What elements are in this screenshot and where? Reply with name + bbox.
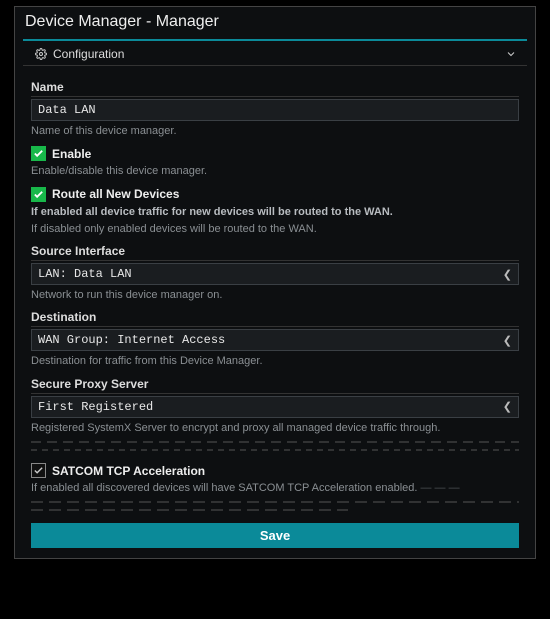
configuration-form: Name Name of this device manager. Enable…	[15, 66, 535, 558]
name-group: Name Name of this device manager.	[31, 80, 519, 138]
destination-select[interactable]: WAN Group: Internet Access ❮	[31, 329, 519, 351]
route-all-label: Route all New Devices	[52, 187, 179, 201]
proxy-help: Registered SystemX Server to encrypt and…	[31, 421, 519, 435]
destination-value: WAN Group: Internet Access	[38, 333, 225, 347]
device-manager-window: Device Manager - Manager Configuration N…	[14, 6, 536, 559]
chevron-left-icon: ❮	[503, 334, 512, 347]
window-title: Device Manager - Manager	[15, 7, 535, 39]
route-all-help-2: If disabled only enabled devices will be…	[31, 222, 519, 236]
chevron-left-icon: ❮	[503, 400, 512, 413]
name-help: Name of this device manager.	[31, 124, 519, 138]
enable-label: Enable	[52, 147, 91, 161]
enable-group: Enable Enable/disable this device manage…	[31, 146, 519, 178]
chevron-down-icon	[505, 48, 517, 60]
source-interface-select[interactable]: LAN: Data LAN ❮	[31, 263, 519, 285]
destination-label: Destination	[31, 310, 519, 327]
enable-help: Enable/disable this device manager.	[31, 164, 519, 178]
destination-group: Destination WAN Group: Internet Access ❮…	[31, 310, 519, 368]
proxy-label: Secure Proxy Server	[31, 377, 519, 394]
satcom-help: If enabled all discovered devices will h…	[31, 481, 519, 495]
enable-checkbox[interactable]	[31, 146, 46, 161]
configuration-header[interactable]: Configuration	[23, 41, 527, 66]
gear-icon	[35, 48, 47, 60]
source-interface-group: Source Interface LAN: Data LAN ❮ Network…	[31, 244, 519, 302]
chevron-left-icon: ❮	[503, 268, 512, 281]
source-interface-help: Network to run this device manager on.	[31, 288, 519, 302]
proxy-value: First Registered	[38, 400, 153, 414]
save-button[interactable]: Save	[31, 523, 519, 548]
route-all-checkbox[interactable]	[31, 187, 46, 202]
proxy-group: Secure Proxy Server First Registered ❮ R…	[31, 377, 519, 455]
satcom-group: SATCOM TCP Acceleration If enabled all d…	[31, 463, 519, 511]
proxy-select[interactable]: First Registered ❮	[31, 396, 519, 418]
source-interface-label: Source Interface	[31, 244, 519, 261]
satcom-label: SATCOM TCP Acceleration	[52, 464, 205, 478]
redacted-block	[31, 439, 519, 455]
satcom-checkbox[interactable]	[31, 463, 46, 478]
name-label: Name	[31, 80, 519, 97]
route-all-help-1: If enabled all device traffic for new de…	[31, 205, 519, 219]
section-title: Configuration	[53, 47, 124, 61]
redacted-line	[31, 501, 519, 503]
source-interface-value: LAN: Data LAN	[38, 267, 132, 281]
destination-help: Destination for traffic from this Device…	[31, 354, 519, 368]
redacted-line	[31, 509, 348, 511]
route-all-group: Route all New Devices If enabled all dev…	[31, 187, 519, 237]
name-input[interactable]	[31, 99, 519, 121]
